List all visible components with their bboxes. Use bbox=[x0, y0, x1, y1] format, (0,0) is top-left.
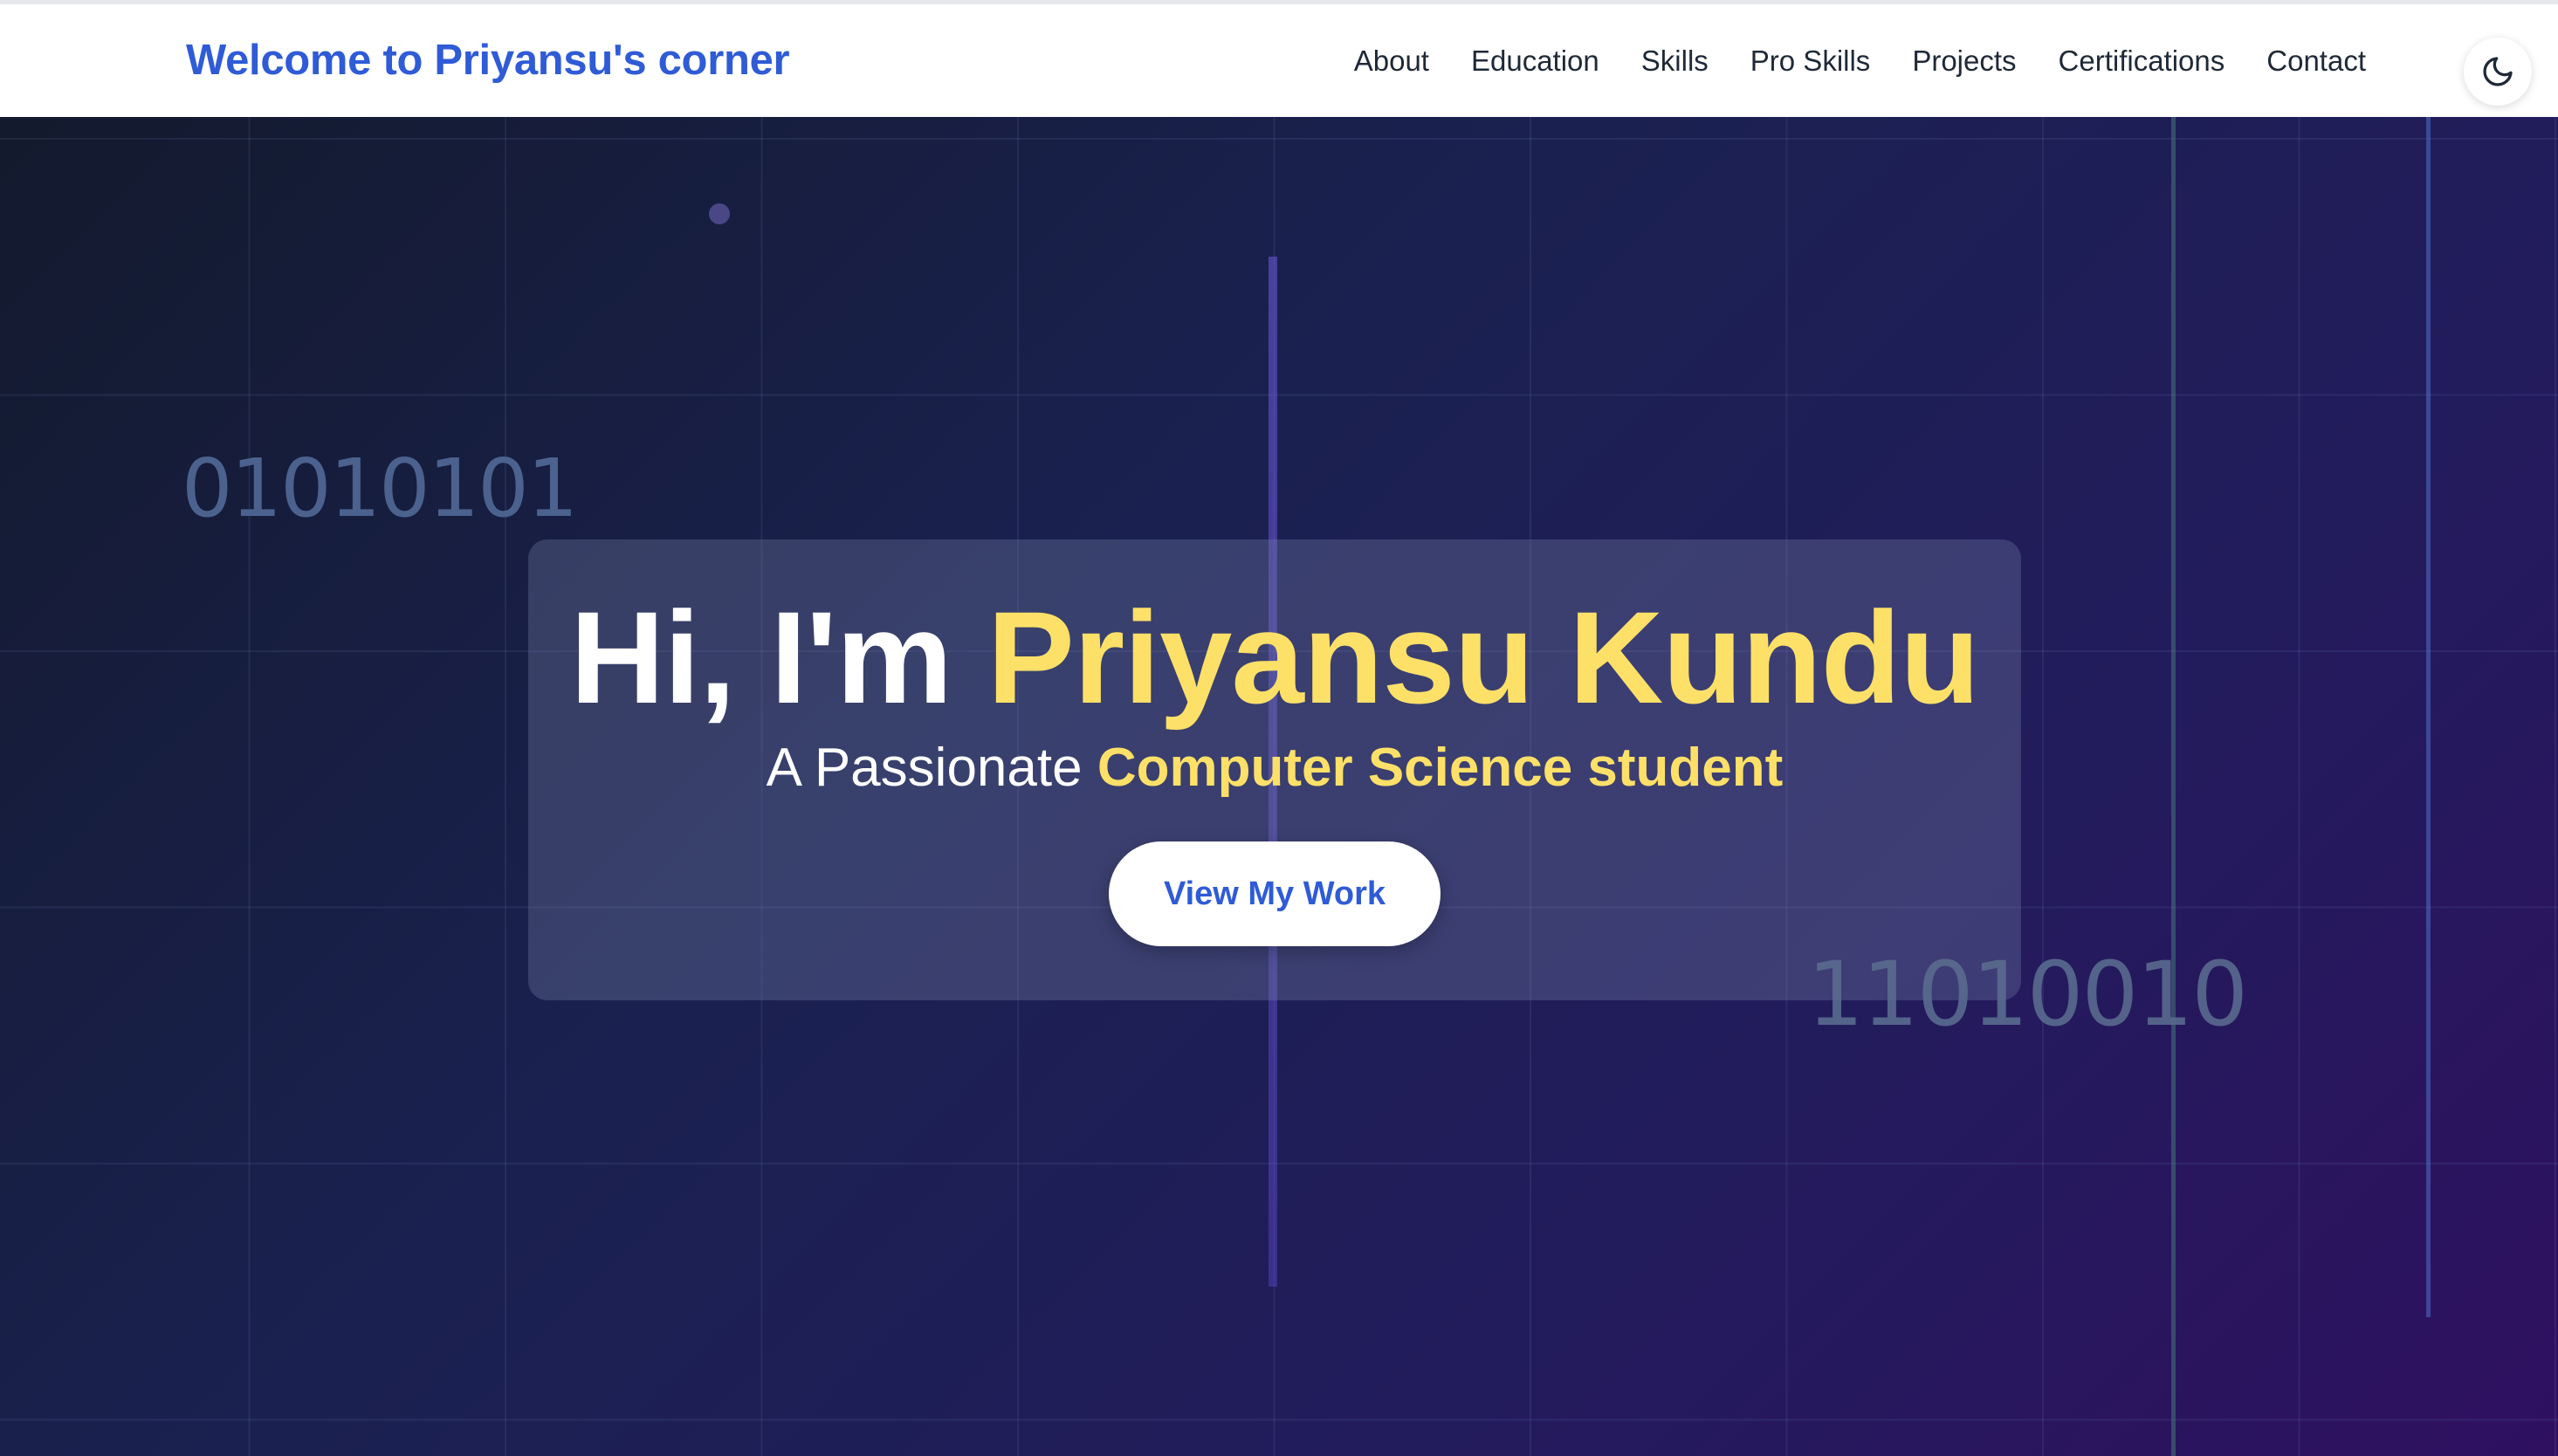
hero-card: Hi, I'm Priyansu Kundu A Passionate Comp… bbox=[528, 539, 2021, 1000]
nav-link-pro-skills[interactable]: Pro Skills bbox=[1750, 45, 1871, 77]
nav-item-certifications: Certifications bbox=[2059, 45, 2225, 78]
nav-item-projects: Projects bbox=[1912, 45, 2016, 78]
hero-section: 01010101 Hi, I'm Priyansu Kundu A Passio… bbox=[0, 117, 2558, 1456]
decorative-line bbox=[2171, 117, 2176, 1456]
nav-item-skills: Skills bbox=[1641, 45, 1709, 78]
binary-text-left: 01010101 bbox=[182, 442, 578, 535]
view-my-work-button[interactable]: View My Work bbox=[1109, 841, 1441, 946]
nav-link-contact[interactable]: Contact bbox=[2266, 45, 2366, 77]
decorative-dot bbox=[709, 203, 730, 224]
nav-links: About Education Skills Pro Skills Projec… bbox=[1354, 45, 2366, 78]
binary-text-right: 11010010 bbox=[1807, 943, 2248, 1047]
nav-item-about: About bbox=[1354, 45, 1429, 78]
hero-subtitle-highlight: Computer Science student bbox=[1097, 738, 1784, 798]
hero-subtitle-prefix: A Passionate bbox=[766, 738, 1097, 798]
theme-toggle-button[interactable] bbox=[2464, 38, 2532, 106]
nav-link-about[interactable]: About bbox=[1354, 45, 1429, 77]
nav-item-education: Education bbox=[1471, 45, 1599, 78]
nav-link-certifications[interactable]: Certifications bbox=[2059, 45, 2225, 77]
hero-greeting: Hi, I'm bbox=[570, 584, 987, 731]
nav-item-contact: Contact bbox=[2266, 45, 2366, 78]
nav-link-skills[interactable]: Skills bbox=[1641, 45, 1709, 77]
brand-link[interactable]: Welcome to Priyansu's corner bbox=[186, 36, 790, 85]
navbar: Welcome to Priyansu's corner About Educa… bbox=[0, 0, 2558, 117]
moon-icon bbox=[2483, 57, 2513, 86]
hero-name: Priyansu Kundu bbox=[987, 584, 1980, 731]
hero-title: Hi, I'm Priyansu Kundu bbox=[528, 579, 2021, 736]
nav-item-pro-skills: Pro Skills bbox=[1750, 45, 1871, 78]
nav-link-education[interactable]: Education bbox=[1471, 45, 1599, 77]
nav-link-projects[interactable]: Projects bbox=[1912, 45, 2016, 77]
hero-subtitle: A Passionate Computer Science student bbox=[528, 733, 2021, 804]
decorative-line bbox=[2426, 117, 2431, 1317]
